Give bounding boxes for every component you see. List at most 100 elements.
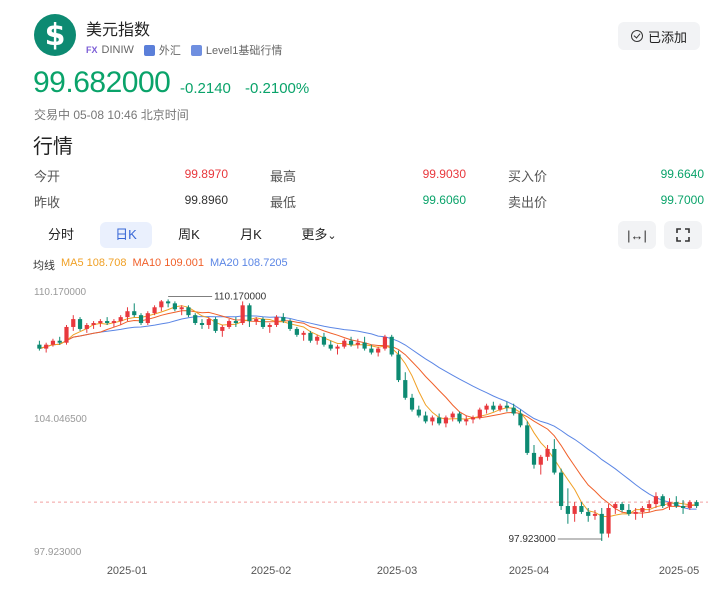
candle-body — [50, 340, 56, 345]
price-change-percent: -0.2100% — [245, 80, 310, 97]
y-tick-label: 97.923000 — [34, 547, 82, 558]
candle-body — [57, 340, 62, 343]
prev-close-value: 99.8960 — [184, 193, 228, 207]
candle-body — [84, 324, 89, 329]
low-value: 99.6060 — [422, 193, 466, 207]
candle-body — [37, 344, 42, 349]
dollar-icon: $ — [34, 14, 76, 56]
ask-value: 99.7000 — [660, 193, 704, 207]
high-label: 最高 — [270, 169, 297, 184]
tab-more[interactable]: 更多⌄ — [290, 222, 348, 248]
candle-body — [680, 506, 686, 508]
candle-body — [348, 340, 354, 345]
candle-body — [254, 319, 259, 322]
tab-weekly-k[interactable]: 周K — [164, 222, 214, 248]
prev-close-label: 昨收 — [34, 195, 61, 210]
x-tick-label: 2025-05 — [659, 565, 699, 577]
candle-body — [592, 513, 598, 516]
candle-body — [694, 502, 699, 507]
candle-body — [240, 305, 245, 324]
fullscreen-icon — [676, 228, 690, 242]
candle-body — [640, 507, 645, 512]
candle-body — [287, 321, 293, 329]
candle-body — [186, 307, 191, 316]
candle-body — [166, 301, 171, 304]
tab-monthly-k[interactable]: 月K — [226, 222, 276, 248]
candle-body — [579, 506, 584, 512]
instrument-tags: FX DINIW 外汇 Level1基础行情 — [86, 42, 282, 58]
candle-body — [44, 344, 49, 349]
open-value: 99.8970 — [184, 167, 228, 181]
candle-body — [132, 311, 137, 316]
candle-body — [247, 305, 252, 322]
candle-body — [409, 397, 415, 410]
candle-body — [227, 321, 232, 327]
candle-body — [206, 319, 211, 325]
x-tick-label: 2025-02 — [251, 565, 291, 577]
candle-body — [403, 380, 408, 398]
candle-body — [511, 407, 516, 414]
tab-daily-k[interactable]: 日K — [100, 222, 152, 248]
section-title: 行情 — [33, 136, 73, 158]
level-tag: Level1基础行情 — [205, 45, 283, 57]
candle-body — [464, 419, 469, 422]
candlestick-chart[interactable]: 110.170000 104.046500 97.923000 110.170000 9… — [0, 270, 722, 592]
candle-body — [491, 405, 496, 410]
candle-body — [423, 415, 428, 422]
candle-body — [159, 301, 164, 308]
candle-body — [369, 348, 374, 353]
candle-body — [77, 319, 83, 329]
candle-body — [619, 504, 625, 510]
candle-body — [606, 507, 611, 534]
candle-body — [545, 448, 550, 457]
candle-body — [518, 413, 523, 426]
candle-body — [362, 342, 367, 349]
added-watchlist-button[interactable]: 已添加 — [618, 22, 700, 50]
candle-body — [308, 332, 313, 341]
candle-body — [653, 496, 659, 505]
candle-body — [274, 317, 279, 325]
y-tick-label: 110.170000 — [34, 287, 87, 298]
instrument-code: DINIW — [101, 44, 134, 56]
y-tick-label: 104.046500 — [34, 414, 87, 425]
candle-body — [552, 448, 557, 473]
candle-body — [559, 472, 564, 507]
tab-intraday[interactable]: 分时 — [34, 222, 88, 248]
low-annotation-label: 97.923000 — [508, 534, 556, 545]
check-circle-icon — [630, 30, 643, 42]
high-annotation-label: 110.170000 — [214, 291, 267, 302]
candle-body — [111, 321, 117, 324]
ma10-line — [39, 310, 697, 514]
candle-body — [674, 502, 679, 507]
candle-body — [586, 511, 591, 516]
candle-body — [565, 506, 570, 514]
candle-body — [626, 509, 631, 514]
candle-body — [470, 417, 476, 420]
candle-body — [321, 336, 327, 345]
high-value: 99.9030 — [422, 167, 466, 181]
tab-more-label: 更多 — [301, 227, 328, 242]
candle-body — [193, 315, 198, 324]
candle-body — [152, 307, 157, 314]
x-tick-label: 2025-03 — [377, 565, 417, 577]
candle-body — [105, 321, 110, 324]
chevron-down-icon: ⌄ — [327, 230, 337, 242]
fit-width-button[interactable]: |↔| — [618, 221, 656, 249]
price-change: -0.2140 — [180, 80, 231, 97]
instrument-name: 美元指数 — [86, 22, 151, 39]
candle-body — [484, 405, 489, 410]
candle-body — [233, 321, 238, 324]
fullscreen-button[interactable] — [664, 221, 702, 249]
candle-body — [267, 324, 272, 327]
trading-status: 交易中 05-08 10:46 北京时间 — [34, 108, 189, 122]
fx-tag: FX — [86, 45, 98, 55]
forex-icon — [143, 44, 155, 56]
candle-body — [294, 328, 299, 335]
candle-body — [118, 317, 123, 322]
candle-body — [498, 405, 503, 410]
low-label: 最低 — [270, 195, 297, 210]
last-price: 99.682000 — [33, 66, 171, 99]
candle-body — [138, 315, 144, 324]
x-tick-label: 2025-04 — [509, 565, 549, 577]
bid-value: 99.6640 — [660, 167, 704, 181]
